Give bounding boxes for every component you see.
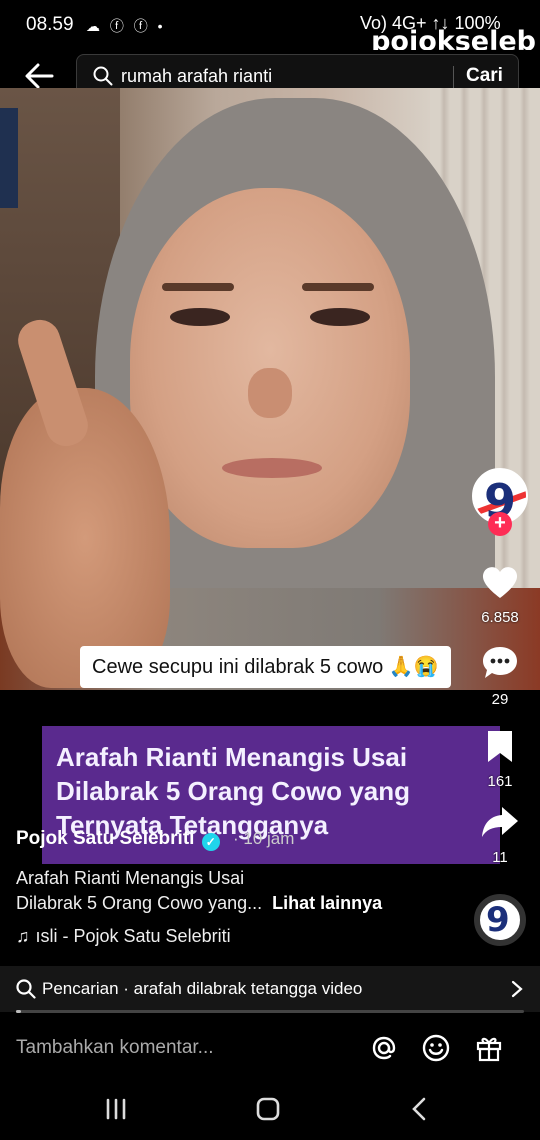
related-search-bar[interactable]: Pencarian · arafah dilabrak tetangga vid… [0,966,540,1012]
bookmark-count: 161 [487,773,513,790]
background-door [0,108,18,208]
gift-icon[interactable] [473,1032,505,1064]
search-icon [16,979,36,999]
eye-right [310,308,370,326]
music-title: ısli - Pojok Satu Selebriti [35,926,231,946]
author-name[interactable]: Pojok Satu Selebriti [16,828,194,849]
eyebrow-right [302,283,374,291]
video-player[interactable] [0,88,540,690]
headline-line-1: Arafah Rianti Menangis Usai [56,742,408,772]
comment-bubble-icon [483,647,517,678]
follow-button[interactable]: + [488,512,512,536]
system-nav-bar [0,1076,540,1140]
bookmark-icon [488,731,512,762]
like-button[interactable]: 6.858 [470,564,530,626]
person-face [130,188,410,548]
search-divider [453,66,454,88]
chevron-right-icon [511,980,523,998]
headline-line-2: Dilabrak 5 Orang Cowo yang [56,776,410,806]
eyebrow-left [162,283,234,291]
author-row[interactable]: Pojok Satu Selebriti ✓ · 10 jam [16,828,294,851]
music-disc-logo: 9 [486,900,510,940]
comment-button[interactable]: 29 [470,644,530,708]
see-more-link[interactable]: Lihat lainnya [272,893,382,913]
related-search-text: Pencarian · arafah dilabrak tetangga vid… [42,979,363,998]
home-icon[interactable] [248,1094,288,1124]
search-query: rumah arafah rianti [121,66,273,86]
heart-icon [482,567,518,598]
video-caption-overlay: Cewe secupu ini dilabrak 5 cowo 🙏😭 [80,646,451,688]
comment-input[interactable]: Tambahkan komentar... [16,1037,214,1059]
status-time: 08.59 [26,14,74,35]
comment-bar: Tambahkan komentar... [0,1020,540,1076]
music-row[interactable]: ♫ ısli - Pojok Satu Selebriti [16,926,231,947]
description-line-2-wrap: Dilabrak 5 Orang Cowo yang... Lihat lainn… [16,891,456,916]
recent-apps-icon[interactable] [96,1094,136,1124]
at-icon[interactable] [368,1032,400,1064]
post-description[interactable]: Arafah Rianti Menangis Usai Dilabrak 5 O… [16,866,456,916]
verified-icon: ✓ [201,833,220,851]
emoji-icon[interactable] [420,1032,452,1064]
video-progress-bar[interactable] [16,1010,524,1013]
description-line-2: Dilabrak 5 Orang Cowo yang... [16,893,263,913]
notification-icons: ☁ ⓕ ⓕ • [86,18,166,34]
video-progress-fill [16,1010,22,1013]
share-arrow-icon [482,807,518,837]
music-note-icon: ♫ [16,926,30,946]
eye-left [170,308,230,326]
nose [248,368,292,418]
share-button[interactable]: 11 [470,804,530,866]
search-icon [93,66,113,86]
bookmark-button[interactable]: 161 [470,728,530,790]
like-count: 6.858 [481,609,519,626]
search-button[interactable]: Cari [466,65,503,87]
share-count: 11 [492,849,508,866]
post-time: · 10 jam [233,829,295,848]
back-nav-icon[interactable] [400,1094,440,1124]
mouth [222,458,322,478]
music-disc[interactable]: 9 [474,894,526,946]
description-line-1: Arafah Rianti Menangis Usai [16,868,245,888]
comment-count: 29 [491,691,509,708]
